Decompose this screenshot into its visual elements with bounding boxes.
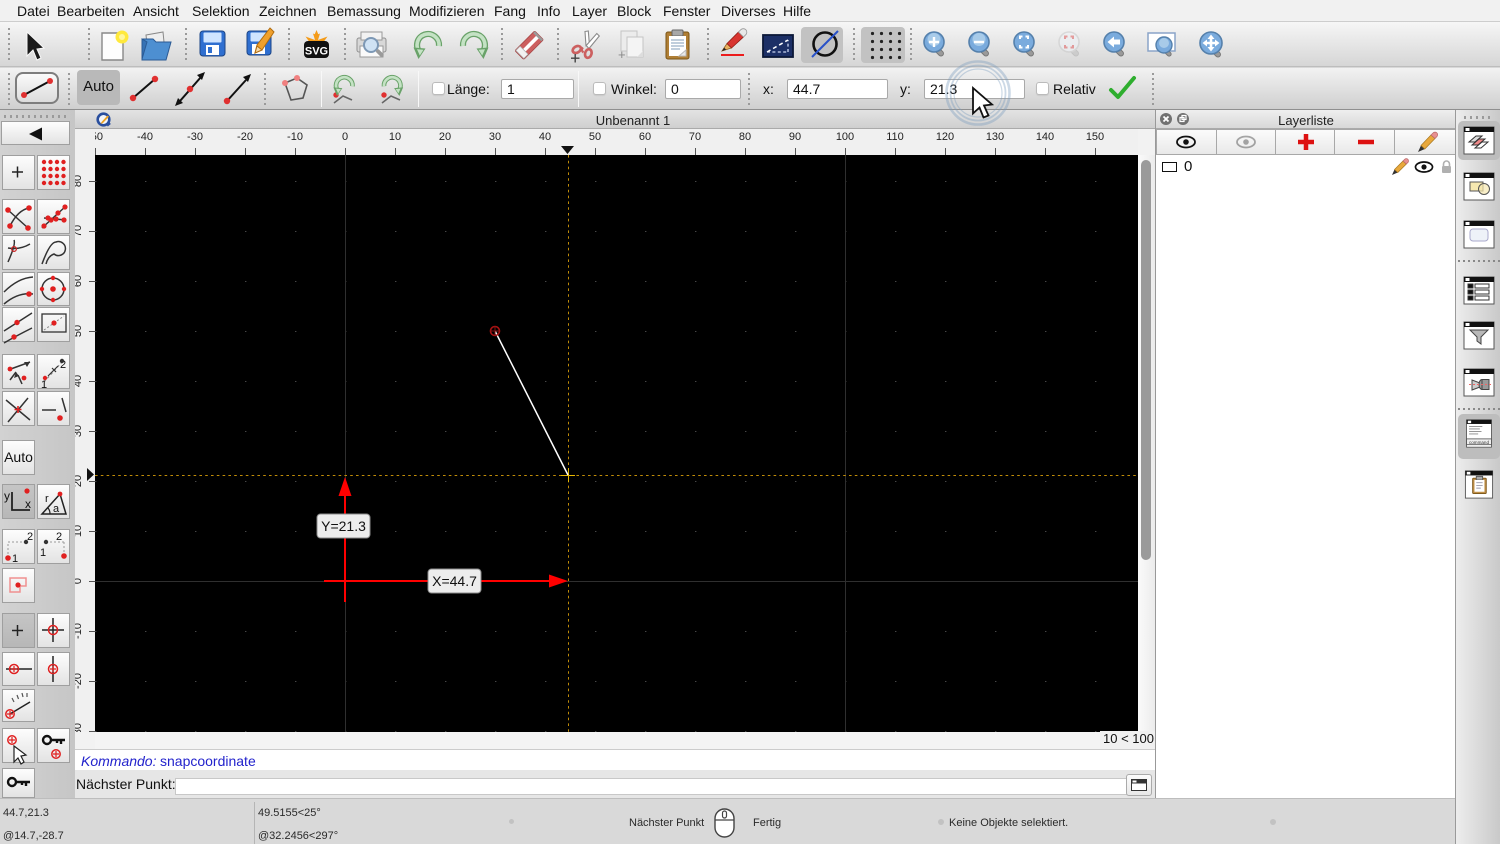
svg-text:Y=21.3: Y=21.3 bbox=[321, 518, 366, 534]
svg-text:1: 1 bbox=[41, 379, 47, 391]
svg-text:1: 1 bbox=[40, 547, 46, 559]
svg-text:command: command bbox=[1469, 440, 1489, 445]
svg-text:2: 2 bbox=[56, 531, 62, 543]
svg-text:SVG: SVG bbox=[305, 46, 328, 58]
svg-text:+: + bbox=[618, 47, 626, 62]
svg-text:X=44.7: X=44.7 bbox=[432, 573, 477, 589]
svg-text:a: a bbox=[53, 503, 60, 515]
svg-text:2: 2 bbox=[27, 531, 33, 543]
svg-text:1: 1 bbox=[12, 553, 18, 565]
svg-text:x: x bbox=[25, 497, 31, 511]
svg-text:r: r bbox=[45, 493, 49, 505]
svg-text:y: y bbox=[4, 489, 10, 503]
